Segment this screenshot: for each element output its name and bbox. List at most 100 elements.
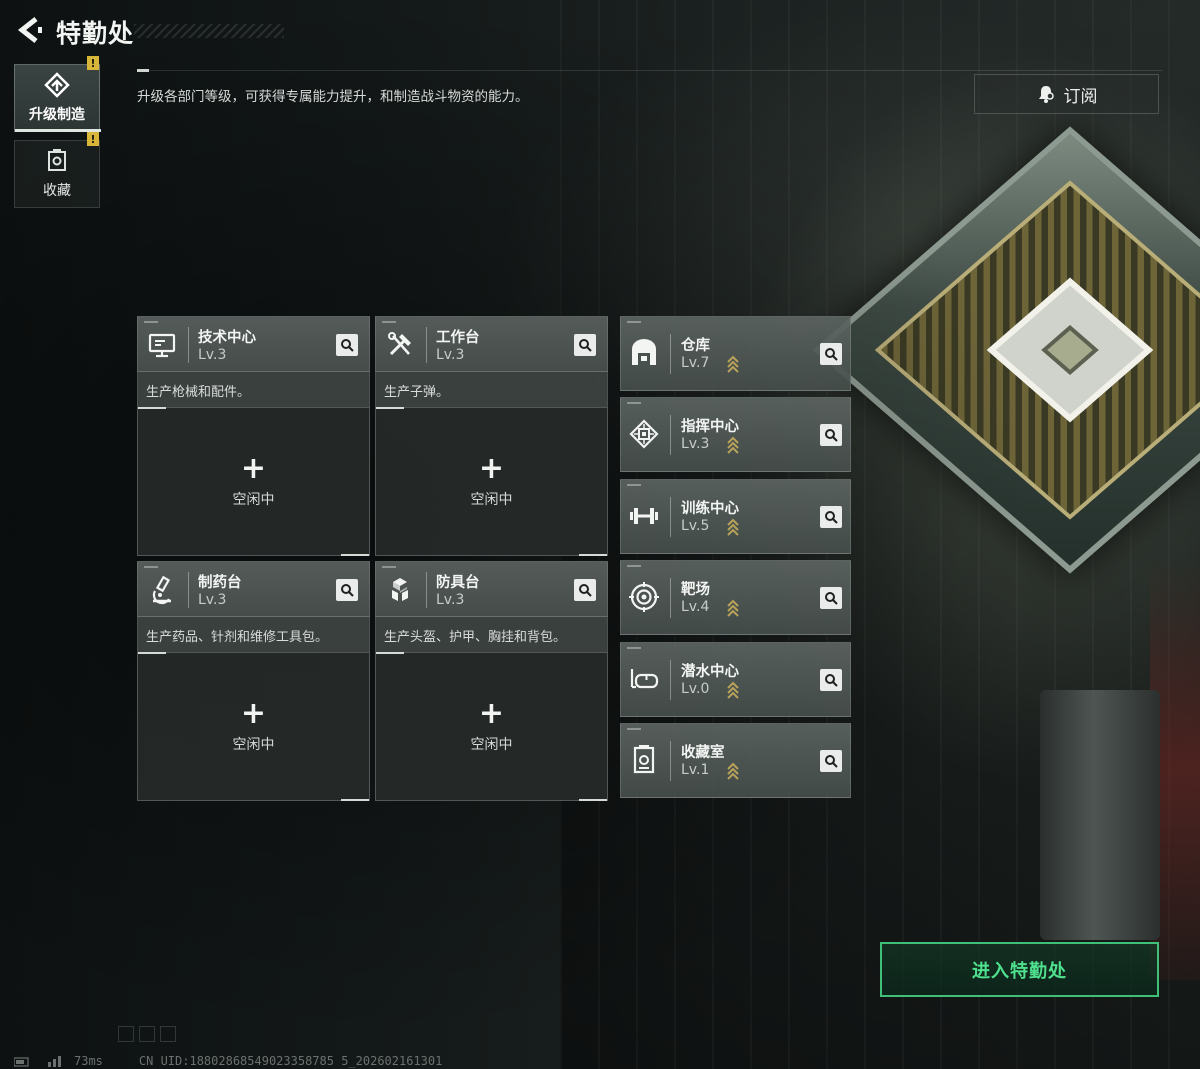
back-button[interactable]	[14, 14, 44, 46]
facility-level: Lv.1	[681, 762, 710, 778]
production-description: 生产枪械和配件。	[137, 372, 370, 407]
facility-name: 潜水中心	[681, 664, 739, 680]
ping-value: 73ms	[74, 1053, 103, 1068]
upgrade-craft-icon	[44, 72, 70, 98]
production-card-header[interactable]: 防具台 Lv.3	[375, 561, 608, 617]
monitor-icon	[148, 333, 176, 358]
inspect-button[interactable]	[574, 334, 596, 356]
inspect-button[interactable]	[820, 343, 842, 365]
facility-name: 工作台	[436, 330, 480, 346]
facility-level: Lv.3	[436, 592, 465, 608]
upgrade-arrow-icon	[727, 681, 739, 699]
status-footer: 73ms CN UID:18802868549023358785 5_20260…	[14, 1052, 442, 1069]
facility-level: Lv.3	[681, 436, 710, 452]
collection-icon	[48, 149, 66, 171]
slot-status: 空闲中	[470, 736, 513, 753]
facility-card-collection-room[interactable]: 收藏室 Lv.1	[620, 723, 851, 798]
facility-name: 防具台	[436, 575, 480, 591]
search-icon	[579, 584, 592, 597]
production-card-pharmacy: 制药台 Lv.3 生产药品、针剂和维修工具包。 + 空闲中	[137, 561, 370, 801]
search-icon	[825, 511, 838, 524]
facility-card-training-center[interactable]: 训练中心 Lv.5	[620, 479, 851, 554]
target-icon	[629, 582, 659, 612]
facility-level: Lv.3	[198, 592, 227, 608]
background-pedestal	[1040, 690, 1160, 940]
facility-name: 训练中心	[681, 501, 739, 517]
diving-mask-icon	[630, 669, 659, 689]
facility-name: 技术中心	[198, 330, 256, 346]
facility-card-command-center[interactable]: 指挥中心 Lv.3	[620, 397, 851, 472]
production-slot[interactable]: + 空闲中	[375, 652, 608, 801]
inspect-button[interactable]	[820, 750, 842, 772]
facility-card-diving-center[interactable]: 潜水中心 Lv.0	[620, 642, 851, 717]
search-icon	[825, 429, 838, 442]
production-card-header[interactable]: 工作台 Lv.3	[375, 316, 608, 372]
upgrade-arrow-icon	[727, 355, 739, 373]
inspect-button[interactable]	[336, 579, 358, 601]
inspect-button[interactable]	[336, 334, 358, 356]
facility-name: 靶场	[681, 582, 710, 598]
sidebar-tab-label: 收藏	[43, 183, 71, 199]
facility-card-shooting-range[interactable]: 靶场 Lv.4	[620, 560, 851, 635]
facility-level: Lv.3	[436, 347, 465, 363]
inspect-button[interactable]	[820, 424, 842, 446]
search-icon	[579, 339, 592, 352]
subscribe-label: 订阅	[1063, 86, 1098, 107]
upgrade-arrow-icon	[727, 518, 739, 536]
footer-square-icons	[118, 1026, 176, 1042]
inspect-button[interactable]	[574, 579, 596, 601]
chip-icon	[629, 419, 659, 449]
facility-card-warehouse[interactable]: 仓库 Lv.7	[620, 316, 851, 391]
signal-icon	[14, 1055, 61, 1067]
slot-status: 空闲中	[232, 736, 275, 753]
facility-level: Lv.5	[681, 518, 710, 534]
dumbbell-icon	[630, 508, 658, 524]
production-card-header[interactable]: 技术中心 Lv.3	[137, 316, 370, 372]
microscope-icon	[152, 575, 171, 605]
search-icon	[825, 348, 838, 361]
inspect-button[interactable]	[820, 669, 842, 691]
upgrade-arrow-icon	[727, 599, 739, 617]
sidebar-tab-upgrade-craft[interactable]: ! 升级制造	[14, 56, 101, 132]
inspect-button[interactable]	[820, 506, 842, 528]
cube-artwork	[812, 126, 1200, 700]
warehouse-icon	[632, 339, 656, 365]
alert-badge: !	[87, 56, 99, 70]
production-card-armor: 防具台 Lv.3 生产头盔、护甲、胸挂和背包。 + 空闲中	[375, 561, 608, 801]
facility-name: 收藏室	[681, 745, 725, 761]
facility-level: Lv.3	[198, 347, 227, 363]
production-card-tech-center: 技术中心 Lv.3 生产枪械和配件。 + 空闲中	[137, 316, 370, 556]
facility-level: Lv.4	[681, 599, 710, 615]
production-slot[interactable]: + 空闲中	[137, 652, 370, 801]
page-title: 特勤处	[56, 19, 135, 48]
inspect-button[interactable]	[820, 587, 842, 609]
slot-status: 空闲中	[470, 491, 513, 508]
header-divider	[137, 70, 1162, 71]
subscribe-button[interactable]: 订阅	[974, 74, 1159, 114]
sidebar-tab-label: 升级制造	[29, 107, 85, 123]
production-description: 生产头盔、护甲、胸挂和背包。	[375, 617, 608, 652]
facility-name: 指挥中心	[681, 419, 739, 435]
production-card-header[interactable]: 制药台 Lv.3	[137, 561, 370, 617]
search-icon	[825, 674, 838, 687]
enter-special-ops-button[interactable]: 进入特勤处	[880, 942, 1159, 997]
production-slot[interactable]: + 空闲中	[375, 407, 608, 556]
header-divider-mark	[137, 69, 149, 72]
production-description: 生产子弹。	[375, 372, 608, 407]
armor-boxes-icon	[392, 578, 408, 601]
facility-name: 仓库	[681, 338, 710, 354]
add-icon: +	[240, 695, 267, 731]
production-slot[interactable]: + 空闲中	[137, 407, 370, 556]
tools-icon	[388, 332, 411, 356]
search-icon	[341, 339, 354, 352]
search-icon	[825, 755, 838, 768]
bell-icon	[1038, 86, 1054, 103]
sidebar-tab-collection[interactable]: ! 收藏	[14, 132, 100, 208]
search-icon	[825, 592, 838, 605]
upgrade-arrow-icon	[727, 436, 739, 454]
user-uid: CN UID:18802868549023358785 5_2026021613…	[138, 1053, 443, 1068]
collection-room-icon	[633, 745, 655, 774]
upgrade-arrow-icon	[727, 762, 739, 780]
add-icon: +	[478, 695, 505, 731]
facility-name: 制药台	[198, 575, 242, 591]
